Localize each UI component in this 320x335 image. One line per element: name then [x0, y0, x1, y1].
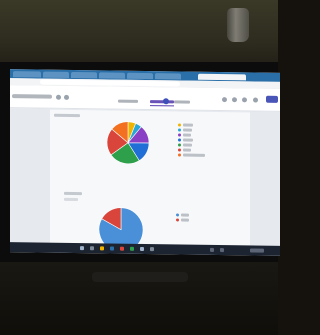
system-tray-icon[interactable] — [220, 248, 224, 253]
send-button[interactable] — [266, 95, 278, 103]
legend-label — [183, 123, 193, 127]
taskbar-app-icon[interactable] — [110, 246, 114, 251]
browser-tab-active[interactable] — [198, 73, 246, 81]
browser-tab[interactable] — [127, 72, 153, 80]
tab-questions[interactable] — [118, 99, 138, 103]
question-title — [54, 113, 80, 118]
browser-tab[interactable] — [99, 72, 125, 79]
legend-swatch — [178, 133, 181, 137]
redo-icon[interactable] — [242, 97, 247, 103]
pie-chart-1 — [106, 121, 150, 165]
taskbar-app-icon[interactable] — [140, 246, 144, 251]
search-icon[interactable] — [90, 246, 94, 251]
legend-label — [181, 218, 189, 222]
legend-label — [183, 128, 192, 132]
browser-tab[interactable] — [13, 71, 41, 78]
legend-swatch — [176, 213, 179, 217]
legend-label — [183, 133, 191, 137]
taskbar-app-icon[interactable] — [130, 246, 134, 251]
legend-swatch — [178, 148, 181, 152]
legend-swatch — [178, 143, 181, 147]
response-count — [64, 197, 78, 202]
taskbar-app-icon[interactable] — [100, 246, 104, 251]
legend-label — [183, 148, 191, 152]
monitor-stand — [92, 272, 188, 282]
undo-icon[interactable] — [232, 97, 237, 103]
legend-label — [183, 153, 205, 157]
folder-icon[interactable] — [56, 94, 61, 100]
start-icon[interactable] — [80, 246, 84, 251]
monitor-screen — [10, 69, 280, 256]
question-title — [64, 191, 82, 196]
cup — [227, 8, 249, 42]
browser-tab[interactable] — [155, 73, 181, 80]
system-tray-icon[interactable] — [210, 247, 214, 252]
legend-swatch — [176, 218, 179, 222]
legend-swatch — [178, 128, 181, 132]
document-title — [12, 94, 52, 99]
eye-icon[interactable] — [222, 97, 227, 103]
responses-summary — [50, 109, 250, 253]
active-tab-indicator — [150, 105, 174, 107]
taskbar-app-icon[interactable] — [150, 247, 154, 252]
form-header — [10, 85, 280, 112]
legend-label — [181, 213, 189, 217]
clock — [250, 248, 264, 253]
tab-responses[interactable] — [150, 100, 174, 104]
browser-tab[interactable] — [43, 71, 69, 78]
legend-label — [183, 143, 192, 147]
legend-label — [183, 138, 193, 142]
response-count-badge — [163, 98, 169, 105]
legend-swatch — [178, 138, 181, 142]
legend-swatch — [178, 153, 181, 157]
star-icon[interactable] — [64, 94, 69, 100]
more-icon[interactable] — [253, 97, 258, 103]
tab-settings[interactable] — [174, 100, 190, 104]
taskbar-app-icon[interactable] — [120, 246, 124, 251]
legend-swatch — [178, 123, 181, 127]
browser-tab[interactable] — [71, 71, 97, 79]
